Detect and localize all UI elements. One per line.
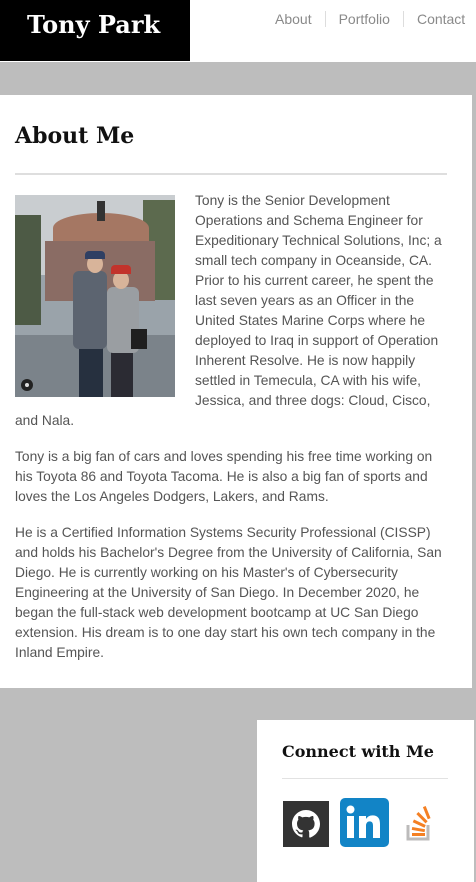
site-title[interactable]: Tony Park xyxy=(0,0,190,61)
about-paragraph-3: He is a Certified Information Systems Se… xyxy=(15,525,442,660)
nav-about-link[interactable]: About xyxy=(262,11,325,27)
stackoverflow-icon[interactable] xyxy=(404,803,436,843)
nav-portfolio-link[interactable]: Portfolio xyxy=(324,11,403,27)
github-icon[interactable] xyxy=(283,801,329,847)
about-paragraph-2: Tony is a big fan of cars and loves spen… xyxy=(15,449,433,504)
camera-icon xyxy=(21,379,33,391)
about-body: Tony is the Senior Development Operation… xyxy=(15,191,452,679)
about-section: About Me Tony is the Senior Development … xyxy=(0,95,472,688)
profile-photo xyxy=(15,195,175,397)
site-header: Tony Park About Portfolio Contact xyxy=(0,0,476,62)
connect-card: Connect with Me xyxy=(257,720,474,882)
connect-divider xyxy=(282,778,448,779)
about-heading: About Me xyxy=(15,123,135,149)
section-divider xyxy=(15,173,447,175)
connect-heading: Connect with Me xyxy=(282,742,434,761)
linkedin-icon[interactable] xyxy=(340,798,389,847)
main-nav: About Portfolio Contact xyxy=(262,11,476,27)
nav-contact-link[interactable]: Contact xyxy=(402,11,476,27)
